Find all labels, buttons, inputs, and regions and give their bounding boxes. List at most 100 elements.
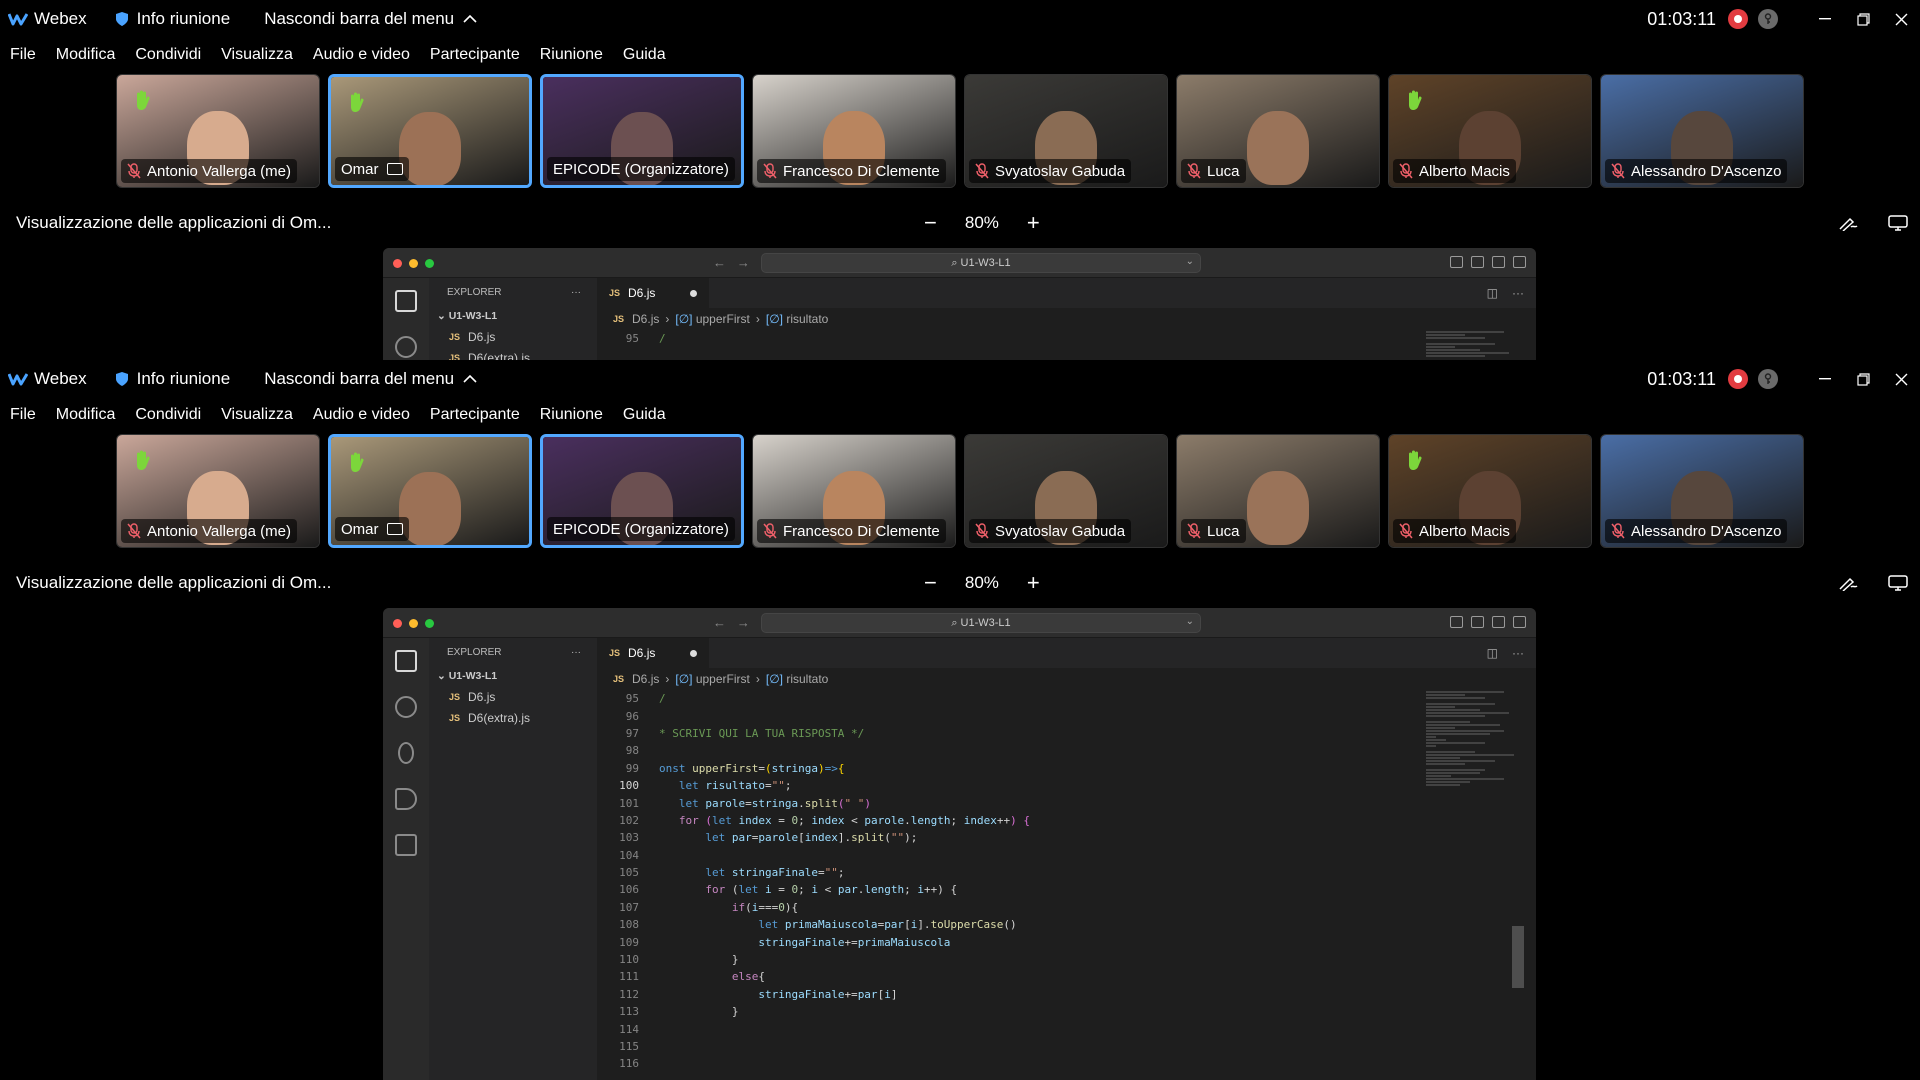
folder-root[interactable]: ⌄ U1-W3-L1 xyxy=(429,306,597,326)
toggle-secondary-sidebar-icon[interactable] xyxy=(1492,616,1505,628)
menu-audio-video[interactable]: Audio e video xyxy=(313,406,410,424)
recording-icon[interactable] xyxy=(1728,369,1748,389)
extensions-icon[interactable] xyxy=(395,834,417,856)
source-control-icon[interactable] xyxy=(398,742,414,764)
menu-file[interactable]: File xyxy=(10,406,36,424)
forward-icon[interactable]: → xyxy=(737,615,750,630)
participant-tile[interactable]: EPICODE (Organizzatore) xyxy=(540,434,744,548)
participant-tile[interactable]: Omar xyxy=(328,74,532,188)
tab-d6-js[interactable]: JS D6.js xyxy=(597,638,709,668)
toggle-panel-icon[interactable] xyxy=(1471,256,1484,268)
close-button[interactable] xyxy=(1882,0,1920,38)
search-view-icon[interactable] xyxy=(395,336,417,358)
minimap[interactable] xyxy=(1426,690,1524,1080)
code-editor[interactable]: 95 / 96 97 * SCRIVI QUI LA TUA RISPOSTA */ 98… xyxy=(597,690,1426,1073)
menu-guida[interactable]: Guida xyxy=(623,46,666,64)
hide-menu-button[interactable]: Nascondi barra del menu xyxy=(264,369,478,389)
customize-layout-icon[interactable] xyxy=(1513,256,1526,268)
menu-riunione[interactable]: Riunione xyxy=(540,406,603,424)
menu-visualizza[interactable]: Visualizza xyxy=(221,46,293,64)
menu-file[interactable]: File xyxy=(10,46,36,64)
participant-tile[interactable]: Omar xyxy=(328,434,532,548)
more-actions-icon[interactable]: ··· xyxy=(571,287,581,298)
split-editor-icon[interactable]: ◫ xyxy=(1487,646,1498,660)
vscode-minimize-icon[interactable] xyxy=(409,619,418,628)
toggle-sidebar-icon[interactable] xyxy=(1450,616,1463,628)
menu-condividi[interactable]: Condividi xyxy=(135,406,201,424)
vscode-minimize-icon[interactable] xyxy=(409,259,418,268)
file-item[interactable]: JS D6.js xyxy=(429,326,597,347)
participant-tile[interactable]: EPICODE (Organizzatore) xyxy=(540,74,744,188)
folder-root[interactable]: ⌄ U1-W3-L1 xyxy=(429,666,597,686)
toggle-panel-icon[interactable] xyxy=(1471,616,1484,628)
participant-tile[interactable]: Alberto Macis xyxy=(1388,74,1592,188)
toggle-secondary-sidebar-icon[interactable] xyxy=(1492,256,1505,268)
unsaved-dot-icon[interactable] xyxy=(690,289,697,297)
remote-control-icon[interactable] xyxy=(1888,215,1908,231)
unsaved-dot-icon[interactable] xyxy=(690,649,697,657)
key-icon[interactable] xyxy=(1758,9,1778,29)
close-button[interactable] xyxy=(1882,360,1920,398)
info-meeting-button[interactable]: Info riunione xyxy=(115,9,230,29)
file-item[interactable]: JS D6.js xyxy=(429,686,597,707)
info-meeting-button[interactable]: Info riunione xyxy=(115,369,230,389)
minimize-button[interactable] xyxy=(1806,0,1844,38)
more-actions-icon[interactable]: ··· xyxy=(1512,286,1524,300)
back-icon[interactable]: ← xyxy=(713,255,726,270)
breadcrumb-function[interactable]: upperFirst xyxy=(696,672,750,686)
annotate-icon[interactable] xyxy=(1838,575,1858,592)
participant-tile[interactable]: Antonio Vallerga (me) xyxy=(116,74,320,188)
more-actions-icon[interactable]: ··· xyxy=(1512,646,1524,660)
breadcrumb-variable[interactable]: risultato xyxy=(786,312,828,326)
participant-tile[interactable]: Alessandro D'Ascenzo xyxy=(1600,74,1804,188)
zoom-in-button[interactable]: + xyxy=(1027,570,1040,596)
tab-d6-js[interactable]: JS D6.js xyxy=(597,278,709,308)
menu-condividi[interactable]: Condividi xyxy=(135,46,201,64)
participant-tile[interactable]: Alessandro D'Ascenzo xyxy=(1600,434,1804,548)
file-item[interactable]: JS D6(extra).js xyxy=(429,347,597,361)
hide-menu-button[interactable]: Nascondi barra del menu xyxy=(264,9,478,29)
participant-tile[interactable]: Luca xyxy=(1176,434,1380,548)
participant-tile[interactable]: Antonio Vallerga (me) xyxy=(116,434,320,548)
breadcrumb-variable[interactable]: risultato xyxy=(786,672,828,686)
menu-visualizza[interactable]: Visualizza xyxy=(221,406,293,424)
menu-guida[interactable]: Guida xyxy=(623,406,666,424)
explorer-icon[interactable] xyxy=(395,650,417,672)
command-center-search[interactable]: ⌕ U1-W3-L1 ⌄ xyxy=(761,613,1201,633)
vscode-close-icon[interactable] xyxy=(393,259,402,268)
back-icon[interactable]: ← xyxy=(713,615,726,630)
minimize-button[interactable] xyxy=(1806,360,1844,398)
vscode-close-icon[interactable] xyxy=(393,619,402,628)
participant-tile[interactable]: Alberto Macis xyxy=(1388,434,1592,548)
zoom-out-button[interactable]: − xyxy=(924,570,937,596)
breadcrumb-file[interactable]: D6.js xyxy=(632,672,659,686)
participant-tile[interactable]: Svyatoslav Gabuda xyxy=(964,434,1168,548)
breadcrumb-file[interactable]: D6.js xyxy=(632,312,659,326)
zoom-out-button[interactable]: − xyxy=(924,210,937,236)
restore-button[interactable] xyxy=(1844,0,1882,38)
breadcrumb-function[interactable]: upperFirst xyxy=(696,312,750,326)
menu-partecipante[interactable]: Partecipante xyxy=(430,406,520,424)
search-view-icon[interactable] xyxy=(395,696,417,718)
remote-control-icon[interactable] xyxy=(1888,575,1908,591)
vscode-zoom-icon[interactable] xyxy=(425,619,434,628)
forward-icon[interactable]: → xyxy=(737,255,750,270)
scrollbar-thumb[interactable] xyxy=(1512,926,1524,988)
menu-modifica[interactable]: Modifica xyxy=(56,46,116,64)
menu-modifica[interactable]: Modifica xyxy=(56,406,116,424)
participant-tile[interactable]: Francesco Di Clemente xyxy=(752,74,956,188)
key-icon[interactable] xyxy=(1758,369,1778,389)
participant-tile[interactable]: Luca xyxy=(1176,74,1380,188)
menu-audio-video[interactable]: Audio e video xyxy=(313,46,410,64)
more-actions-icon[interactable]: ··· xyxy=(571,647,581,658)
participant-tile[interactable]: Francesco Di Clemente xyxy=(752,434,956,548)
customize-layout-icon[interactable] xyxy=(1513,616,1526,628)
command-center-search[interactable]: ⌕ U1-W3-L1 ⌄ xyxy=(761,253,1201,273)
explorer-icon[interactable] xyxy=(395,290,417,312)
annotate-icon[interactable] xyxy=(1838,215,1858,232)
menu-partecipante[interactable]: Partecipante xyxy=(430,46,520,64)
participant-tile[interactable]: Svyatoslav Gabuda xyxy=(964,74,1168,188)
run-debug-icon[interactable] xyxy=(395,788,417,810)
code-editor[interactable]: 95 / xyxy=(597,330,1426,347)
split-editor-icon[interactable]: ◫ xyxy=(1487,286,1498,300)
